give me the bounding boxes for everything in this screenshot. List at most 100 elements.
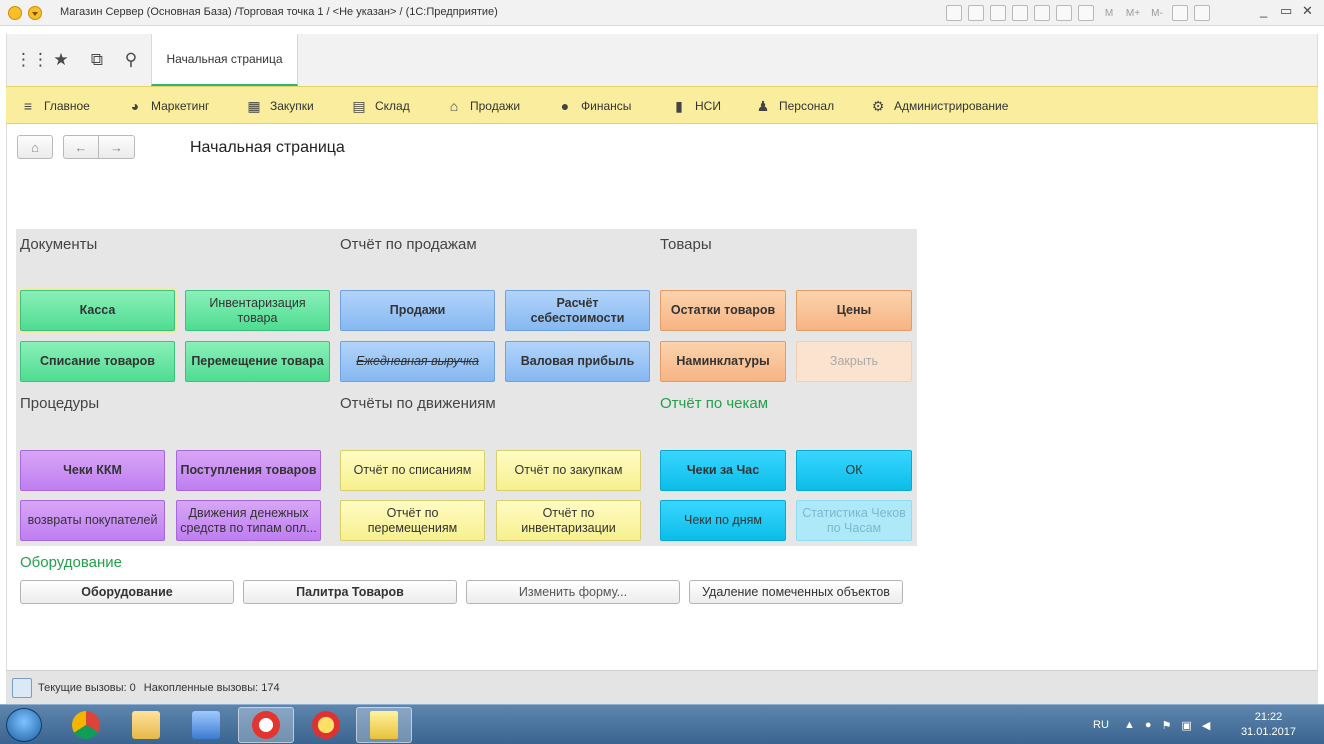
home-button[interactable]: ⌂ <box>17 135 53 159</box>
memory-plus-button[interactable]: M+ <box>1124 8 1142 19</box>
tray-volume-icon[interactable]: ◀ <box>1202 719 1210 732</box>
menu-item-warehouse[interactable]: ▤ Склад <box>351 87 410 125</box>
goods-transfer-button[interactable]: Перемещение товара <box>185 341 330 382</box>
menu-label: Склад <box>375 99 410 113</box>
taskbar-1c-enterprise[interactable] <box>356 707 412 743</box>
pie-chart-icon: ◕ <box>130 98 140 114</box>
coin-icon: ● <box>560 98 570 114</box>
sections-bar: ⋮⋮ ★ ⧉ ⚲ Начальная страница <box>6 34 1318 86</box>
apps-grid-icon[interactable]: ⋮⋮ <box>15 50 49 70</box>
gross-profit-button[interactable]: Валовая прибыль <box>505 341 650 382</box>
favorites-star-icon[interactable]: ★ <box>51 50 71 70</box>
forward-button[interactable]: → <box>98 135 135 159</box>
menu-item-sales[interactable]: ⌂ Продажи <box>446 87 520 125</box>
prices-button[interactable]: Цены <box>796 290 912 331</box>
link-icon[interactable] <box>1034 5 1050 21</box>
taskbar-chrome[interactable] <box>58 707 114 743</box>
tray-expand-icon[interactable]: ▲ <box>1124 719 1135 731</box>
panels-icon[interactable] <box>1172 5 1188 21</box>
write-off-button[interactable]: Списание товаров <box>20 341 175 382</box>
taskbar: RU ▲ ● ⚑ ▣ ◀ 21:22 31.01.2017 <box>0 704 1324 744</box>
taskbar-yandex[interactable] <box>238 707 294 743</box>
menu-item-nsi[interactable]: ▮ НСИ <box>671 87 721 125</box>
cash-button[interactable]: Касса <box>20 290 175 331</box>
change-form-button[interactable]: Изменить форму... <box>466 580 680 604</box>
folder-icon <box>132 711 160 739</box>
write-off-report-button[interactable]: Отчёт по списаниям <box>340 450 485 491</box>
app-menu-dropdown-icon[interactable] <box>28 6 42 20</box>
group-title-documents: Документы <box>20 236 98 253</box>
tab-home-page[interactable]: Начальная страница <box>151 34 298 86</box>
restore-button[interactable]: ▭ <box>1280 3 1292 19</box>
equipment-button[interactable]: Оборудование <box>20 580 234 604</box>
tray-app-icon[interactable]: ● <box>1145 719 1152 731</box>
inventory-button[interactable]: Инвентаризация товара <box>185 290 330 331</box>
purchases-report-button[interactable]: Отчёт по закупкам <box>496 450 641 491</box>
app-logo-icon[interactable] <box>8 6 22 20</box>
group-title-receipt-report[interactable]: Отчёт по чекам <box>660 395 768 412</box>
group-title-equipment[interactable]: Оборудование <box>20 554 122 571</box>
nomenclature-button[interactable]: Наминклатуры <box>660 341 786 382</box>
calendar-icon[interactable] <box>1078 5 1094 21</box>
favorite-icon[interactable] <box>1012 5 1028 21</box>
taskbar-1c[interactable] <box>298 707 354 743</box>
language-indicator[interactable]: RU <box>1093 705 1109 744</box>
goods-palette-button[interactable]: Палитра Товаров <box>243 580 457 604</box>
page-title: Начальная страница <box>190 139 345 156</box>
accumulated-calls: Накопленные вызовы: 174 <box>143 681 280 694</box>
status-bar: Текущие вызовы: 0 Накопленные вызовы: 17… <box>6 670 1318 704</box>
preview-icon[interactable] <box>990 5 1006 21</box>
receipts-per-day-button[interactable]: Чеки по дням <box>660 500 786 541</box>
search-icon[interactable]: ⚲ <box>121 50 141 70</box>
close-group-button[interactable]: Закрыть <box>796 341 912 382</box>
menu-item-main[interactable]: ≡ Главное <box>20 87 90 125</box>
receipts-stats-button[interactable]: Статистика Чеков по Часам <box>796 500 912 541</box>
home-icon: ⌂ <box>31 139 39 155</box>
tray-flag-icon[interactable]: ⚑ <box>1162 719 1172 732</box>
receipts-per-hour-button[interactable]: Чеки за Час <box>660 450 786 491</box>
calculator-icon[interactable] <box>1056 5 1072 21</box>
menu-item-personnel[interactable]: ♟ Персонал <box>755 87 834 125</box>
info-icon[interactable] <box>1194 5 1210 21</box>
inventory-report-button[interactable]: Отчёт по инвентаризации <box>496 500 641 541</box>
print-icon[interactable] <box>968 5 984 21</box>
daily-revenue-button[interactable]: Ежедневная выручка <box>340 341 495 382</box>
taskbar-explorer[interactable] <box>118 707 174 743</box>
minimize-button[interactable]: _ <box>1260 3 1267 18</box>
title-toolbar: M M+ M- <box>946 4 1210 22</box>
group-title-procedures: Процедуры <box>20 395 100 412</box>
save-icon[interactable] <box>946 5 962 21</box>
cash-flow-button[interactable]: Движения денежных средств по типам опл..… <box>176 500 321 541</box>
cart-icon: ▦ <box>247 97 261 114</box>
hamburger-icon: ≡ <box>23 98 33 114</box>
tray-network-icon[interactable]: ▣ <box>1181 719 1191 732</box>
gear-icon: ⚙ <box>871 97 885 114</box>
sales-button[interactable]: Продажи <box>340 290 495 331</box>
tray-icons: ▲ ● ⚑ ▣ ◀ <box>1124 705 1210 744</box>
commands-panel <box>16 229 917 546</box>
server-calls-icon[interactable] <box>12 677 32 698</box>
menu-item-finance[interactable]: ● Финансы <box>557 87 632 125</box>
stock-balance-button[interactable]: Остатки товаров <box>660 290 786 331</box>
kkm-receipts-button[interactable]: Чеки ККМ <box>20 450 165 491</box>
menu-label: НСИ <box>695 99 721 113</box>
arrow-right-icon: → <box>110 139 123 155</box>
start-button[interactable] <box>6 708 42 742</box>
taskbar-network[interactable] <box>178 707 234 743</box>
back-button[interactable]: ← <box>63 135 99 159</box>
memory-minus-button[interactable]: M- <box>1148 8 1166 19</box>
clock[interactable]: 21:22 31.01.2017 <box>1241 710 1296 740</box>
chrome-icon <box>72 711 100 739</box>
close-button[interactable]: ✕ <box>1302 3 1313 19</box>
ok-button[interactable]: ОК <box>796 450 912 491</box>
cost-calculation-button[interactable]: Расчёт себестоимости <box>505 290 650 331</box>
goods-receipts-button[interactable]: Поступления товаров <box>176 450 321 491</box>
memory-m-button[interactable]: M <box>1100 8 1118 19</box>
delete-marked-button[interactable]: Удаление помеченных объектов <box>689 580 903 604</box>
menu-item-purchases[interactable]: ▦ Закупки <box>246 87 313 125</box>
menu-item-marketing[interactable]: ◕ Маркетинг <box>127 87 210 125</box>
menu-item-administration[interactable]: ⚙ Администрирование <box>870 87 1009 125</box>
history-icon[interactable]: ⧉ <box>87 50 107 70</box>
customer-returns-button[interactable]: возвраты покупателей <box>20 500 165 541</box>
transfers-report-button[interactable]: Отчёт по перемещениям <box>340 500 485 541</box>
